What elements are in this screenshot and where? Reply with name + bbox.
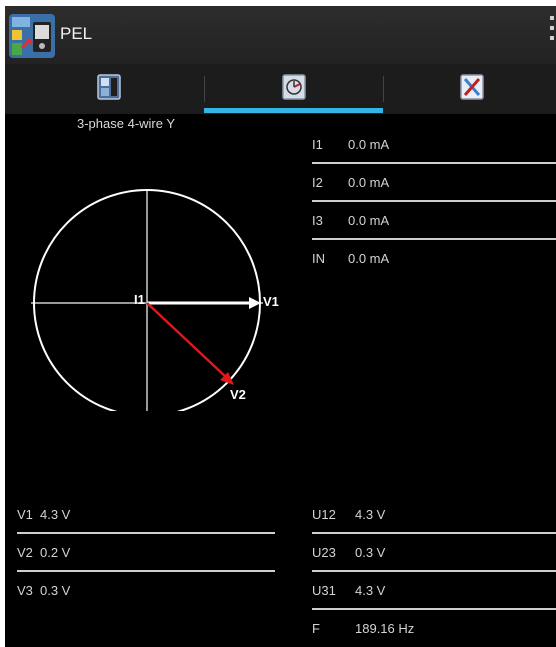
reading-value: 189.16 Hz [355, 621, 415, 636]
tab-device[interactable] [5, 64, 204, 114]
pel-app-icon[interactable] [7, 12, 57, 60]
app-screen: PEL 3-phase 4-wire Y I1 V1 V2 I1 0.0 mA … [5, 6, 556, 647]
reading-value: 4.3 V [355, 507, 386, 522]
reading-name: V3 [17, 583, 33, 598]
phasor-diagram-icon [281, 73, 307, 106]
reading-name: IN [312, 251, 325, 266]
reading-name: V2 [17, 545, 33, 560]
reading-name: U12 [312, 507, 336, 522]
reading-row-u23: U23 0.3 V [312, 534, 556, 572]
tab-bar [5, 64, 556, 114]
tab-settings[interactable] [383, 64, 556, 114]
reading-row-i3: I3 0.0 mA [312, 202, 556, 240]
reading-value: 0.2 V [40, 545, 71, 560]
reading-row-frequency: F 189.16 Hz [312, 610, 556, 647]
reading-name: I3 [312, 213, 323, 228]
wiring-config-label: 3-phase 4-wire Y [77, 116, 176, 131]
active-tab-indicator [204, 108, 383, 113]
reading-row-v2: V2 0.2 V [17, 534, 275, 572]
settings-tools-icon [459, 73, 485, 106]
reading-value: 0.3 V [40, 583, 71, 598]
app-title: PEL [60, 24, 93, 43]
reading-value: 4.3 V [40, 507, 71, 522]
action-bar: PEL [5, 6, 556, 64]
v1-label: V1 [263, 294, 279, 309]
reading-row-u31: U31 4.3 V [312, 572, 556, 610]
v2-vector [146, 302, 228, 379]
reading-row-i1: I1 0.0 mA [312, 126, 556, 164]
reading-value: 0.0 mA [348, 213, 390, 228]
phasor-diagram: I1 V1 V2 [25, 186, 290, 417]
reading-name: I1 [312, 137, 323, 152]
reading-name: U23 [312, 545, 336, 560]
reading-value: 4.3 V [355, 583, 386, 598]
reading-row-i2: I2 0.0 mA [312, 164, 556, 202]
i1-label: I1 [134, 292, 145, 307]
overflow-menu-icon[interactable] [550, 16, 556, 56]
tab-phasor[interactable] [204, 64, 383, 114]
device-info-icon [96, 73, 122, 106]
reading-name: V1 [17, 507, 33, 522]
reading-name: F [312, 621, 320, 636]
reading-row-v1: V1 4.3 V [17, 496, 275, 534]
reading-name: U31 [312, 583, 336, 598]
reading-value: 0.3 V [355, 545, 386, 560]
reading-row-in: IN 0.0 mA [312, 240, 556, 278]
reading-row-v3: V3 0.3 V [17, 572, 275, 610]
reading-value: 0.0 mA [348, 137, 390, 152]
v2-label: V2 [230, 387, 246, 402]
reading-row-u12: U12 4.3 V [312, 496, 556, 534]
reading-name: I2 [312, 175, 323, 190]
reading-value: 0.0 mA [348, 251, 390, 266]
reading-value: 0.0 mA [348, 175, 390, 190]
